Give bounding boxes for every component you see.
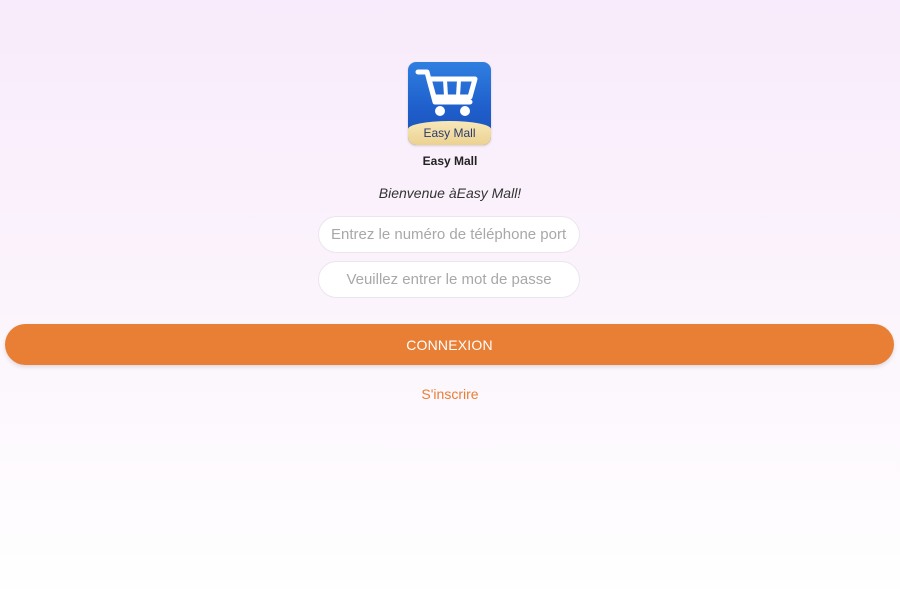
phone-input[interactable] <box>318 216 580 253</box>
app-logo: Easy Mall <box>408 62 491 145</box>
welcome-message: Bienvenue àEasy Mall! <box>378 185 522 201</box>
login-button[interactable]: CONNEXION <box>5 324 894 365</box>
shopping-cart-icon <box>415 69 478 116</box>
register-link[interactable]: S'inscrire <box>0 386 900 402</box>
app-name: Easy Mall <box>422 154 478 168</box>
logo-banner: Easy Mall <box>408 121 491 145</box>
password-input[interactable] <box>318 261 580 298</box>
